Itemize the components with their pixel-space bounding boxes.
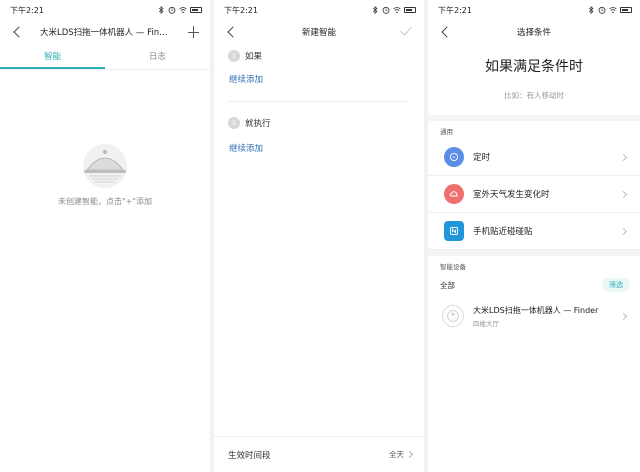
devices-section-label: 智能设备 — [440, 263, 466, 271]
then-step-header: 2 就执行 — [214, 117, 424, 129]
battery-icon — [404, 7, 416, 13]
battery-icon — [620, 7, 632, 13]
tab-smart[interactable]: 智能 — [0, 46, 105, 69]
device-name: 大米LDS扫拖一体机器人 — Finder — [473, 305, 599, 315]
status-time: 下午2:21 — [438, 5, 472, 15]
chevron-right-icon — [619, 312, 628, 320]
back-icon[interactable] — [224, 24, 238, 40]
condition-hint: 比如：有人移动时 — [504, 91, 564, 100]
device-item[interactable]: 大米LDS扫拖一体机器人 — Finder 四楼大厅 — [428, 296, 640, 336]
page-title: 大米LDS扫拖一体机器人 — Finder — [40, 28, 170, 38]
cloche-icon — [83, 144, 127, 188]
choose-condition-screen: 下午2:21 选择条件 如果满足条件时 比如：有人移动时 通用 定时 室外天气发… — [428, 0, 640, 472]
alarm-icon — [382, 6, 390, 14]
empty-hint: 未创建智能，点击"+"添加 — [57, 197, 153, 206]
page-title: 选择条件 — [516, 28, 551, 38]
empty-illustration — [75, 140, 135, 190]
wifi-icon — [609, 7, 617, 14]
add-condition-link[interactable]: 继续添加 — [214, 73, 424, 85]
status-bar: 下午2:21 — [428, 0, 640, 20]
step-number-badge: 1 — [228, 50, 240, 62]
weather-icon — [444, 184, 464, 204]
alarm-icon — [168, 6, 176, 14]
empty-state: 未创建智能，点击"+"添加 — [0, 140, 210, 207]
screenshot-collage: 下午2:21 大米LDS扫拖一体机器人 — Finder 智能 日志 未创建智能… — [0, 0, 640, 472]
wifi-icon — [179, 7, 187, 14]
chevron-right-icon — [619, 190, 628, 198]
new-automation-screen: 下午2:21 新建智能 1 如果 继续添加 2 就执行 继续添加 生效时间段 全… — [214, 0, 424, 472]
step-number-badge: 2 — [228, 117, 240, 129]
status-icons — [371, 6, 416, 14]
condition-item-nfc[interactable]: 手机贴近碰碰贴 — [428, 213, 640, 250]
clock-icon — [444, 147, 464, 167]
automation-list-screen: 下午2:21 大米LDS扫拖一体机器人 — Finder 智能 日志 未创建智能… — [0, 0, 210, 472]
title-bar: 选择条件 — [428, 20, 640, 44]
back-icon[interactable] — [10, 24, 24, 40]
chevron-right-icon — [619, 227, 628, 235]
device-filter-row: 全部 筛选 — [428, 274, 640, 296]
chevron-right-icon — [405, 450, 414, 459]
alarm-icon — [598, 6, 606, 14]
effective-period-value-wrap: 全天 — [389, 449, 414, 460]
effective-period-row[interactable]: 生效时间段 全天 — [214, 436, 424, 472]
filter-all-label: 全部 — [440, 280, 455, 290]
title-bar: 新建智能 — [214, 20, 424, 44]
general-section-label: 通用 — [440, 128, 453, 136]
status-bar: 下午2:21 — [214, 0, 424, 20]
if-step-label: 如果 — [245, 52, 263, 62]
condition-heading: 如果满足条件时 — [485, 59, 583, 75]
bluetooth-icon — [372, 6, 378, 14]
device-room: 四楼大厅 — [473, 319, 499, 328]
title-bar: 大米LDS扫拖一体机器人 — Finder — [0, 20, 210, 44]
add-action-link[interactable]: 继续添加 — [214, 142, 424, 154]
battery-icon — [190, 7, 202, 13]
effective-period-value: 全天 — [389, 450, 404, 459]
tab-bar: 智能 日志 — [0, 46, 210, 70]
status-icons — [157, 6, 202, 14]
filter-button[interactable]: 筛选 — [602, 278, 630, 292]
status-bar: 下午2:21 — [0, 0, 210, 20]
nfc-icon — [444, 221, 464, 241]
confirm-check-icon[interactable] — [401, 24, 415, 38]
status-icons — [587, 6, 632, 14]
condition-item-weather[interactable]: 室外天气发生变化时 — [428, 176, 640, 213]
back-icon[interactable] — [438, 24, 452, 40]
device-text: 大米LDS扫拖一体机器人 — Finder 四楼大厅 — [473, 305, 621, 328]
bluetooth-icon — [158, 6, 164, 14]
condition-item-label: 手机贴近碰碰贴 — [473, 227, 533, 237]
robot-vacuum-icon — [442, 305, 464, 327]
add-icon[interactable] — [186, 23, 202, 41]
status-time: 下午2:21 — [10, 5, 44, 15]
bluetooth-icon — [588, 6, 594, 14]
page-title: 新建智能 — [301, 28, 336, 38]
effective-period-label: 生效时间段 — [228, 450, 271, 461]
tab-log[interactable]: 日志 — [105, 46, 210, 69]
condition-item-timer[interactable]: 定时 — [428, 139, 640, 176]
then-step-label: 就执行 — [245, 119, 271, 129]
if-step-header: 1 如果 — [214, 50, 424, 62]
wifi-icon — [393, 7, 401, 14]
status-time: 下午2:21 — [224, 5, 258, 15]
condition-item-label: 定时 — [473, 153, 491, 163]
chevron-right-icon — [619, 153, 628, 161]
condition-item-label: 室外天气发生变化时 — [473, 190, 550, 200]
